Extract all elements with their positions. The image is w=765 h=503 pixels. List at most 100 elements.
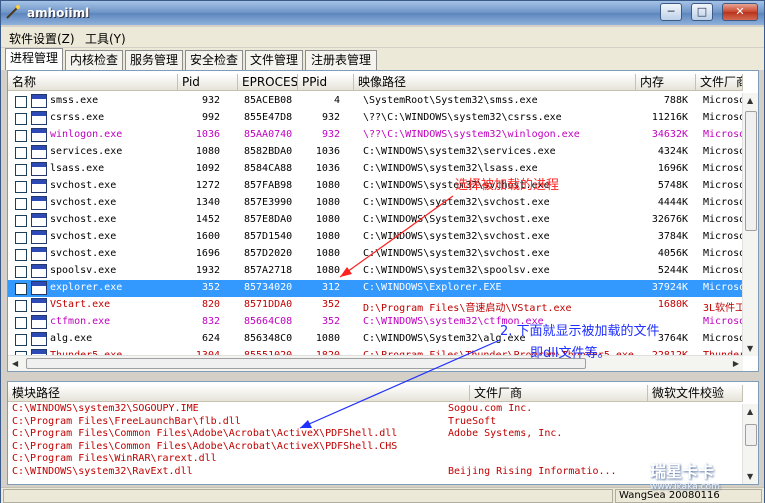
process-eprocess: 857E8DA0 <box>244 214 293 225</box>
process-checkbox[interactable] <box>15 232 27 244</box>
process-row[interactable]: svchost.exe 1696 857D2020 1080 C:\WINDOWS\sy… <box>8 246 743 263</box>
process-pid: 352 <box>201 282 220 293</box>
vscroll-thumb[interactable] <box>745 111 757 231</box>
tab-service-manager[interactable]: 服务管理 <box>125 50 183 70</box>
process-icon <box>31 247 47 261</box>
process-image-path: C:\WINDOWS\System32\svchost.exe <box>363 214 550 225</box>
module-row[interactable]: C:\WINDOWS\system32\RavExt.dll Beijing Ri… <box>12 466 742 479</box>
process-checkbox[interactable] <box>15 300 27 312</box>
module-row[interactable]: C:\Program Files\Common Files\Adobe\Acro… <box>12 441 742 454</box>
tab-process-manager[interactable]: 进程管理 <box>5 48 63 70</box>
process-eprocess: 856348C0 <box>244 333 293 344</box>
process-checkbox[interactable] <box>15 266 27 278</box>
process-vendor: Microsoft <box>703 316 743 327</box>
process-name: svchost.exe <box>50 197 117 208</box>
module-row[interactable]: C:\Program Files\FreeLaunchBar\flb.dll Tr… <box>12 416 742 429</box>
col-image-path[interactable]: 映像路径 <box>354 74 636 91</box>
process-row[interactable]: svchost.exe 1600 857D1540 1080 C:\WINDOWS\sy… <box>8 229 743 246</box>
module-row[interactable]: C:\WINDOWS\system32\SOGOUPY.IME Sogou.com… <box>12 403 742 416</box>
process-checkbox[interactable] <box>15 249 27 261</box>
process-ppid: 352 <box>321 299 340 310</box>
process-checkbox[interactable] <box>15 198 27 210</box>
title-bar[interactable]: amhoiiml ─ □ ✕ <box>1 1 764 25</box>
process-row[interactable]: svchost.exe 1452 857E8DA0 1080 C:\WINDOWS\Sy… <box>8 212 743 229</box>
annotation-select-process: 选择被加载的进程 <box>455 178 560 193</box>
process-hscrollbar[interactable]: ◀ ▶ <box>8 355 743 371</box>
process-image-path: C:\WINDOWS\system32\lsass.exe <box>363 163 538 174</box>
tab-security-check[interactable]: 安全检查 <box>185 50 243 70</box>
tab-kernel-check[interactable]: 内核检查 <box>65 50 123 70</box>
process-checkbox[interactable] <box>15 130 27 142</box>
process-checkbox[interactable] <box>15 147 27 159</box>
module-row[interactable]: C:\Program Files\Common Files\Adobe\Acro… <box>12 428 742 441</box>
process-image-path: \??\C:\WINDOWS\system32\csrss.exe <box>363 112 562 123</box>
process-row[interactable]: winlogon.exe 1036 85AA0740 932 \??\C:\WINDOW… <box>8 127 743 144</box>
col-eprocess[interactable]: EPROCESS <box>238 74 298 91</box>
module-row[interactable]: C:\Program Files\WinRAR\rarext.dll <box>12 453 742 466</box>
process-row[interactable]: explorer.exe 352 85734020 312 C:\WINDOWS\Exp… <box>8 280 743 297</box>
col-vendor[interactable]: 文件厂商 <box>696 74 743 91</box>
process-eprocess: 855E47D8 <box>244 112 293 123</box>
process-row[interactable]: VStart.exe 820 8571DDA0 352 D:\Program Files… <box>8 297 743 314</box>
process-vendor: 3L软件工 <box>703 303 743 314</box>
process-checkbox[interactable] <box>15 181 27 193</box>
col-module-path[interactable]: 模块路径 <box>8 385 470 402</box>
process-pid: 1600 <box>195 231 220 242</box>
col-ppid[interactable]: PPid <box>298 74 354 91</box>
process-vscrollbar[interactable]: ▲ ▼ <box>742 93 758 356</box>
col-ms-verify[interactable]: 微软文件校验 <box>648 385 743 402</box>
menu-software-settings[interactable]: 软件设置(Z) <box>9 30 75 47</box>
process-row[interactable]: csrss.exe 992 855E47D8 932 \??\C:\WINDOWS\sy… <box>8 110 743 127</box>
col-name[interactable]: 名称 <box>8 74 178 91</box>
process-name: svchost.exe <box>50 231 117 242</box>
process-icon <box>31 128 47 142</box>
process-memory: 37924K <box>651 282 688 293</box>
tab-file-manager[interactable]: 文件管理 <box>245 50 303 70</box>
process-icon <box>31 111 47 125</box>
process-vendor: Microsoft <box>703 129 743 140</box>
process-checkbox[interactable] <box>15 215 27 227</box>
process-checkbox[interactable] <box>15 113 27 125</box>
process-image-path: D:\Program Files\音速启动\VStart.exe <box>363 303 572 314</box>
process-name: lsass.exe <box>50 163 105 174</box>
process-row[interactable]: services.exe 1080 8582BDA0 1036 C:\WINDOWS\s… <box>8 144 743 161</box>
process-row[interactable]: svchost.exe 1340 857E3990 1080 C:\WINDOWS\sy… <box>8 195 743 212</box>
menu-tools[interactable]: 工具(Y) <box>85 30 126 47</box>
process-checkbox[interactable] <box>15 96 27 108</box>
process-name: VStart.exe <box>50 299 111 310</box>
process-ppid: 1080 <box>315 265 340 276</box>
scroll-left-icon[interactable]: ◀ <box>12 359 18 368</box>
maximize-button[interactable]: □ <box>691 3 713 21</box>
process-pid: 1272 <box>195 180 220 191</box>
scroll-down-icon[interactable]: ▼ <box>747 344 753 353</box>
col-module-vendor[interactable]: 文件厂商 <box>470 385 648 402</box>
module-vscroll-thumb[interactable] <box>745 424 757 446</box>
close-button[interactable]: ✕ <box>722 3 758 21</box>
process-eprocess: 857FAB98 <box>244 180 293 191</box>
scroll-up-icon[interactable]: ▲ <box>747 96 753 105</box>
process-ppid: 4 <box>333 95 340 106</box>
process-row[interactable]: lsass.exe 1092 8584CA88 1036 C:\WINDOWS\syst… <box>8 161 743 178</box>
col-pid[interactable]: Pid <box>178 74 238 91</box>
process-row[interactable]: spoolsv.exe 1932 857A2718 1080 C:\WINDOWS\sy… <box>8 263 743 280</box>
process-checkbox[interactable] <box>15 164 27 176</box>
hscroll-thumb[interactable] <box>26 358 586 369</box>
process-icon <box>31 281 47 295</box>
process-eprocess: 857E3990 <box>244 197 293 208</box>
col-memory[interactable]: 内存 <box>636 74 696 91</box>
process-pid: 832 <box>201 316 220 327</box>
process-row[interactable]: smss.exe 932 85ACEB08 4 \SystemRoot\System32… <box>8 93 743 110</box>
tab-registry-manager[interactable]: 注册表管理 <box>305 50 377 70</box>
process-icon <box>31 332 47 346</box>
minimize-button[interactable]: ─ <box>660 3 682 21</box>
process-pid: 1340 <box>195 197 220 208</box>
process-pid: 1092 <box>195 163 220 174</box>
process-checkbox[interactable] <box>15 317 27 329</box>
scroll-right-icon[interactable]: ▶ <box>733 359 739 368</box>
module-scroll-up-icon[interactable]: ▲ <box>747 407 753 416</box>
process-checkbox[interactable] <box>15 283 27 295</box>
process-name: csrss.exe <box>50 112 105 123</box>
process-checkbox[interactable] <box>15 334 27 346</box>
process-row[interactable]: svchost.exe 1272 857FAB98 1080 C:\WINDOWS\sy… <box>8 178 743 195</box>
process-vendor: Microsoft <box>703 282 743 293</box>
